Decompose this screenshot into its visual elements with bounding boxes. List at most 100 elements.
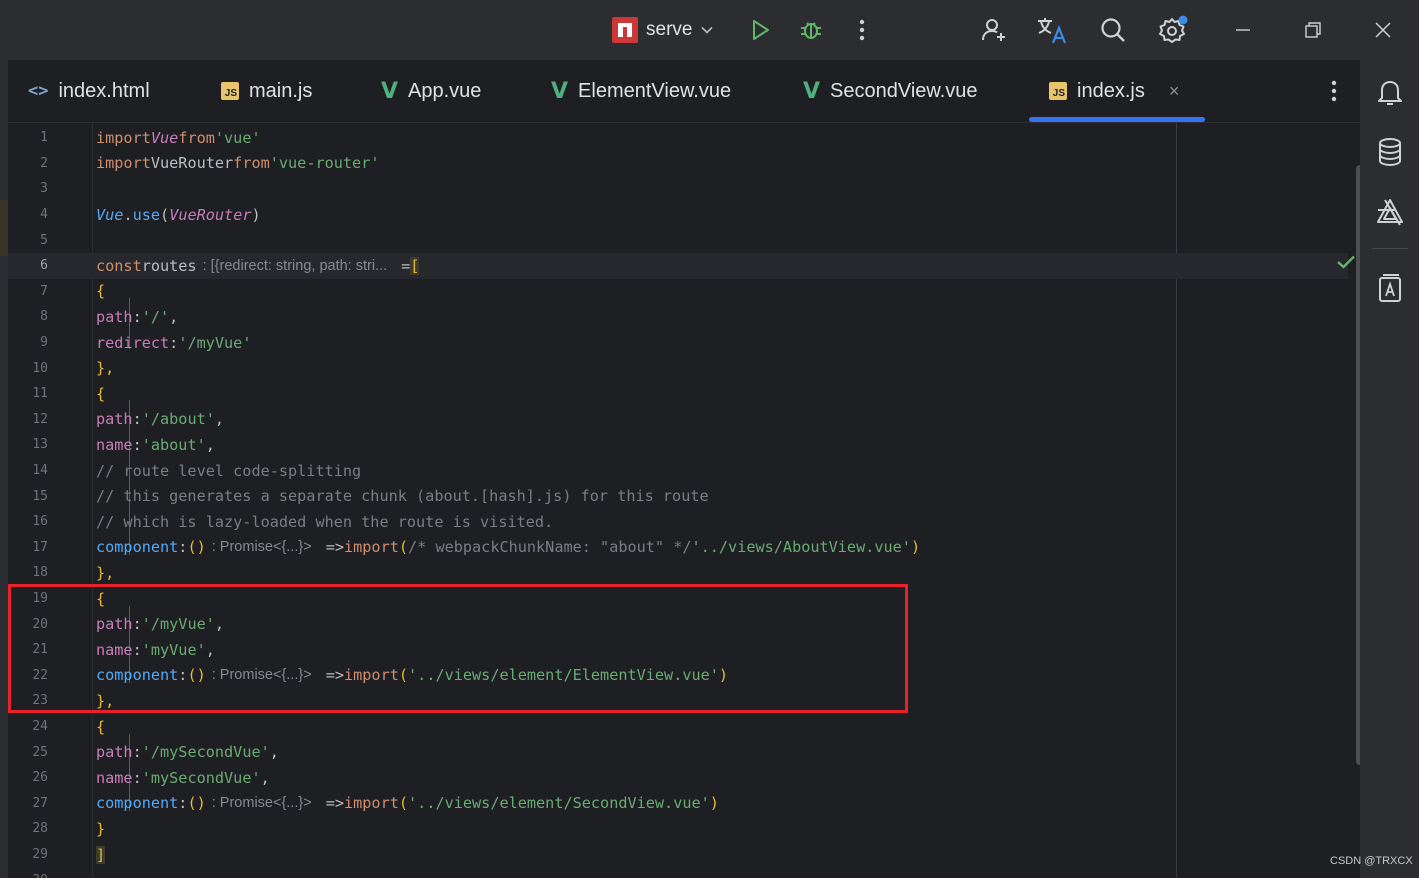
code-row[interactable]: 25 path: '/mySecondVue', bbox=[8, 739, 1348, 765]
code-row[interactable]: 15 // this generates a separate chunk (a… bbox=[8, 483, 1348, 509]
code-row[interactable]: 27 component: (): Promise<{...}> => impor… bbox=[8, 791, 1348, 817]
line-number: 1 bbox=[40, 130, 48, 146]
code-row[interactable]: 6 const routes: [{redirect: string, path:… bbox=[8, 253, 1348, 279]
tab-app-vue[interactable]: V App.vue bbox=[381, 60, 481, 122]
code-row[interactable]: 22 component: (): Promise<{...}> => impor… bbox=[8, 663, 1348, 689]
debug-icon[interactable] bbox=[795, 14, 827, 46]
line-number: 5 bbox=[40, 232, 48, 248]
code-line[interactable]: path: '/myVue', bbox=[96, 611, 224, 637]
code-row[interactable]: 19 { bbox=[8, 586, 1348, 612]
code-line[interactable]: component: (): Promise<{...}> => import(/… bbox=[96, 535, 920, 561]
line-number: 20 bbox=[32, 616, 48, 632]
code-line[interactable]: import Vue from 'vue' bbox=[96, 125, 261, 151]
code-line[interactable]: }, bbox=[96, 560, 114, 586]
line-number: 28 bbox=[32, 821, 48, 837]
code-line[interactable]: const routes: [{redirect: string, path: … bbox=[96, 253, 420, 279]
tab-main-js[interactable]: JS main.js bbox=[221, 60, 312, 122]
notifications-bell-icon[interactable] bbox=[1374, 76, 1406, 108]
line-number: 18 bbox=[32, 565, 48, 581]
code-row[interactable]: 3 bbox=[8, 176, 1348, 202]
code-row[interactable]: 11 { bbox=[8, 381, 1348, 407]
code-line[interactable]: { bbox=[96, 714, 105, 740]
code-row[interactable]: 14 // route level code-splitting bbox=[8, 458, 1348, 484]
code-row[interactable]: 1 import Vue from 'vue' bbox=[8, 125, 1348, 151]
code-row[interactable]: 7 { bbox=[8, 279, 1348, 305]
code-line[interactable]: // which is lazy-loaded when the route i… bbox=[96, 509, 553, 535]
code-line[interactable]: }, bbox=[96, 688, 114, 714]
code-line[interactable]: // this generates a separate chunk (abou… bbox=[96, 483, 709, 509]
code-row[interactable]: 13 name: 'about', bbox=[8, 432, 1348, 458]
code-row[interactable]: 24 { bbox=[8, 714, 1348, 740]
code-line[interactable]: component: (): Promise<{...}> => import('… bbox=[96, 663, 728, 689]
close-tab-icon[interactable]: × bbox=[1169, 81, 1180, 102]
tab-elementview-vue[interactable]: V ElementView.vue bbox=[551, 60, 731, 122]
minimize-button[interactable] bbox=[1227, 14, 1259, 46]
code-line[interactable]: // route level code-splitting bbox=[96, 458, 361, 484]
database-icon[interactable] bbox=[1374, 136, 1406, 168]
code-row[interactable]: 26 name: 'mySecondVue', bbox=[8, 765, 1348, 791]
code-line[interactable]: path: '/mySecondVue', bbox=[96, 739, 279, 765]
tab-more-icon[interactable] bbox=[1324, 76, 1344, 106]
run-icon[interactable] bbox=[744, 14, 776, 46]
settings-gear-icon[interactable] bbox=[1157, 14, 1189, 46]
close-window-button[interactable] bbox=[1367, 14, 1399, 46]
code-line[interactable]: import VueRouter from 'vue-router' bbox=[96, 151, 379, 177]
documentation-icon[interactable] bbox=[1374, 272, 1406, 304]
vertical-scrollbar[interactable] bbox=[1356, 165, 1360, 765]
code-row[interactable]: 23 }, bbox=[8, 688, 1348, 714]
search-icon[interactable] bbox=[1097, 14, 1129, 46]
line-number: 29 bbox=[32, 847, 48, 863]
watermark: CSDN @TRXCX bbox=[1330, 855, 1413, 867]
tab-secondview-vue[interactable]: V SecondView.vue bbox=[803, 60, 978, 122]
code-row[interactable]: 18 }, bbox=[8, 560, 1348, 586]
code-line[interactable]: name: 'about', bbox=[96, 432, 215, 458]
code-row[interactable]: 28 } bbox=[8, 816, 1348, 842]
code-line[interactable]: path: '/', bbox=[96, 304, 178, 330]
code-line[interactable]: { bbox=[96, 586, 105, 612]
line-number: 22 bbox=[32, 667, 48, 683]
code-row[interactable]: 5 bbox=[8, 227, 1348, 253]
left-tool-strip bbox=[0, 60, 8, 878]
code-row[interactable]: 4 Vue. use(VueRouter) bbox=[8, 202, 1348, 228]
code-line[interactable]: } bbox=[96, 816, 105, 842]
code-row[interactable]: 2 import VueRouter from 'vue-router' bbox=[8, 151, 1348, 177]
code-row[interactable]: 16 // which is lazy-loaded when the rout… bbox=[8, 509, 1348, 535]
translate-icon[interactable] bbox=[1036, 14, 1068, 46]
line-number: 11 bbox=[32, 386, 48, 402]
run-config-name: serve bbox=[646, 19, 693, 40]
code-line[interactable]: { bbox=[96, 279, 105, 305]
code-row[interactable]: 29] bbox=[8, 842, 1348, 868]
code-line[interactable]: }, bbox=[96, 355, 114, 381]
code-line[interactable]: component: (): Promise<{...}> => import('… bbox=[96, 791, 719, 817]
code-row[interactable]: 8 path: '/', bbox=[8, 304, 1348, 330]
line-number: 16 bbox=[32, 514, 48, 530]
code-row[interactable]: 17 component: (): Promise<{...}> => impor… bbox=[8, 535, 1348, 561]
code-row[interactable]: 20 path: '/myVue', bbox=[8, 611, 1348, 637]
code-row[interactable]: 12 path: '/about', bbox=[8, 407, 1348, 433]
tab-label: SecondView.vue bbox=[830, 79, 978, 102]
line-number: 8 bbox=[40, 309, 48, 325]
line-number: 3 bbox=[40, 181, 48, 197]
vue-icon: V bbox=[381, 78, 399, 104]
more-actions-icon[interactable] bbox=[846, 14, 878, 46]
code-line[interactable]: path: '/about', bbox=[96, 407, 224, 433]
code-editor[interactable]: 1 import Vue from 'vue' 2 import VueRouter… bbox=[8, 123, 1360, 878]
add-user-icon[interactable] bbox=[978, 14, 1010, 46]
tab-index-html[interactable]: <> index.html bbox=[28, 60, 150, 122]
tab-index-js[interactable]: JS index.js × bbox=[1028, 60, 1206, 122]
code-line[interactable]: Vue. use(VueRouter) bbox=[96, 202, 261, 228]
restore-button[interactable] bbox=[1297, 14, 1329, 46]
code-row[interactable]: 21 name: 'myVue', bbox=[8, 637, 1348, 663]
code-row[interactable]: 9 redirect: '/myVue' bbox=[8, 330, 1348, 356]
code-line[interactable]: redirect: '/myVue' bbox=[96, 330, 251, 356]
code-row[interactable]: 10 }, bbox=[8, 355, 1348, 381]
code-line[interactable]: name: 'myVue', bbox=[96, 637, 215, 663]
html-icon: <> bbox=[28, 81, 49, 101]
code-line[interactable]: ] bbox=[96, 842, 106, 868]
code-line[interactable]: name: 'mySecondVue', bbox=[96, 765, 270, 791]
code-row[interactable]: 30 bbox=[8, 867, 1348, 878]
code-line[interactable]: { bbox=[96, 381, 105, 407]
line-number: 12 bbox=[32, 411, 48, 427]
run-config-selector[interactable]: serve bbox=[612, 16, 714, 44]
ai-assistant-icon[interactable] bbox=[1374, 196, 1406, 228]
